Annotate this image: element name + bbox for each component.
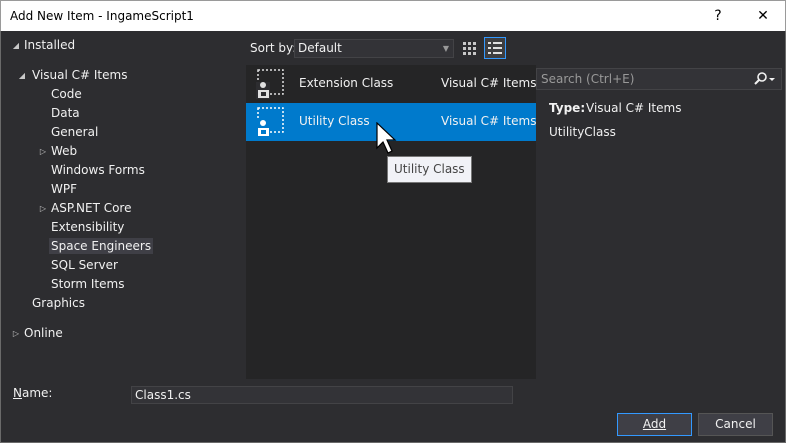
tree-item-windows-forms[interactable]: Windows Forms [51, 161, 145, 180]
tree-item-aspnet-core[interactable]: ▷ ASP.NET Core [38, 199, 132, 218]
list-view-button[interactable] [484, 37, 506, 59]
tree-item-label: Online [24, 326, 63, 340]
collapsed-triangle-icon[interactable]: ▷ [38, 199, 48, 218]
expanded-triangle-icon[interactable]: ◢ [17, 66, 27, 85]
class-template-icon [256, 107, 284, 137]
tree-item-visual-csharp[interactable]: ◢ Visual C# Items [17, 66, 128, 85]
tree-item-label: SQL Server [51, 258, 118, 272]
title-bar: Add New Item - IngameScript1 ? ✕ [0, 0, 786, 31]
tree-item-label: Web [51, 144, 78, 158]
sort-value: Default [298, 41, 342, 55]
cancel-button[interactable]: Cancel [698, 413, 773, 436]
name-label-mnemonic: N [13, 386, 22, 400]
tree-item-graphics[interactable]: Graphics [32, 294, 85, 313]
type-value: Visual C# Items [586, 101, 682, 115]
grid-view-button[interactable] [458, 37, 480, 59]
tree-item-web[interactable]: ▷ Web [38, 142, 77, 161]
item-name: Utility Class [299, 114, 370, 128]
tree-item-label: Windows Forms [51, 163, 145, 177]
tree-item-label: Installed [24, 38, 76, 52]
collapsed-triangle-icon[interactable]: ▷ [11, 324, 21, 343]
tree-item-label: Extensibility [51, 220, 125, 234]
tree-item-online[interactable]: ▷ Online [11, 324, 63, 343]
item-tooltip: Utility Class [387, 156, 472, 183]
tree-item-extensibility[interactable]: Extensibility [51, 218, 124, 237]
tree-item-label: Storm Items [51, 277, 125, 291]
tree-item-code[interactable]: Code [51, 85, 82, 104]
dialog-body: ◢ Installed ◢ Visual C# Items Code Data … [0, 31, 786, 443]
tree-item-label: Space Engineers [49, 238, 154, 254]
template-list: Extension Class Visual C# Items Utility … [246, 65, 536, 379]
name-field[interactable] [131, 386, 513, 404]
tree-item-sql-server[interactable]: SQL Server [51, 256, 118, 275]
tree-item-label: General [51, 125, 99, 139]
help-button[interactable]: ? [705, 5, 731, 27]
grid-view-icon [463, 42, 476, 55]
tree-item-installed[interactable]: ◢ Installed [11, 36, 75, 55]
item-description: UtilityClass [549, 125, 616, 139]
tree-item-label: Graphics [32, 296, 85, 310]
mouse-cursor-icon [376, 122, 397, 154]
class-template-icon [256, 69, 284, 99]
chevron-down-icon: ▼ [442, 44, 449, 53]
close-button[interactable]: ✕ [750, 5, 776, 27]
search-button[interactable] [751, 71, 777, 87]
item-category: Visual C# Items [441, 76, 537, 90]
tree-item-data[interactable]: Data [51, 104, 80, 123]
template-tree: ◢ Installed ◢ Visual C# Items Code Data … [2, 31, 246, 381]
tree-item-label: Visual C# Items [32, 68, 128, 82]
tree-item-label: Data [51, 106, 80, 120]
window-title: Add New Item - IngameScript1 [10, 9, 194, 23]
item-name: Extension Class [299, 76, 394, 90]
tree-item-label: Code [51, 87, 82, 101]
item-category: Visual C# Items [441, 114, 537, 128]
tree-item-general[interactable]: General [51, 123, 98, 142]
collapsed-triangle-icon[interactable]: ▷ [38, 142, 48, 161]
list-item-extension-class[interactable]: Extension Class Visual C# Items [246, 65, 536, 103]
list-view-icon [488, 42, 502, 54]
tree-item-label: WPF [51, 182, 78, 196]
name-label-rest: ame: [21, 386, 53, 400]
search-input[interactable] [537, 69, 747, 89]
expanded-triangle-icon[interactable]: ◢ [11, 36, 21, 55]
search-box [536, 68, 782, 90]
sort-dropdown[interactable]: Default ▼ [294, 39, 454, 58]
tree-item-label: ASP.NET Core [51, 201, 132, 215]
type-label: Type: [549, 101, 586, 115]
add-button[interactable]: Add [617, 413, 692, 436]
tree-item-storm-items[interactable]: Storm Items [51, 275, 124, 294]
name-label: Name: [13, 386, 52, 400]
tree-item-wpf[interactable]: WPF [51, 180, 77, 199]
sort-label: Sort by: [250, 41, 297, 55]
search-icon [754, 72, 775, 85]
tree-item-space-engineers[interactable]: Space Engineers [49, 237, 154, 256]
